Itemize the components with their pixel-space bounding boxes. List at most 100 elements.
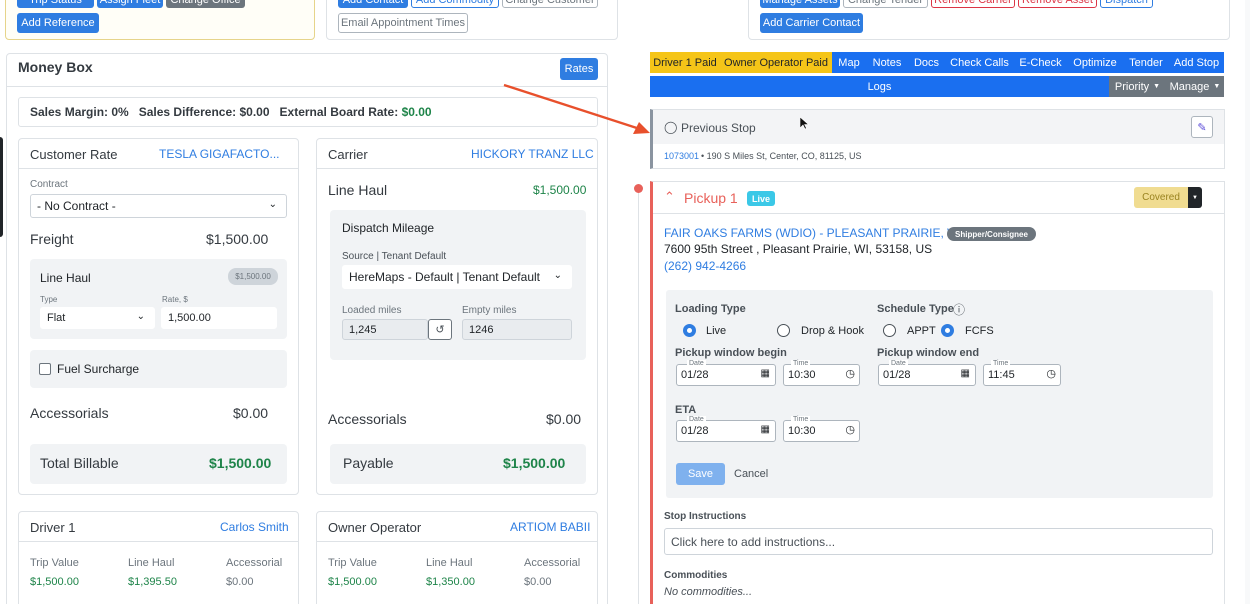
type-select[interactable]: Flat ⌄: [40, 307, 155, 329]
fuel-surcharge-label: Fuel Surcharge: [57, 362, 140, 376]
trip-status-button[interactable]: Trip Status: [17, 0, 94, 8]
customer-name-link[interactable]: TESLA GIGAFACTO...: [159, 147, 279, 161]
type-select-value: Flat: [47, 312, 66, 324]
tab-tender[interactable]: Tender: [1123, 52, 1169, 73]
scrollbar-track[interactable]: [1245, 0, 1250, 604]
type-label: Type: [40, 295, 58, 304]
dispatch-button[interactable]: Dispatch: [1100, 0, 1153, 8]
end-time-input[interactable]: 11:45 ◷: [983, 364, 1061, 386]
source-select-value: HereMaps - Default | Tenant Default: [349, 270, 540, 284]
stop-instructions-label: Stop Instructions: [664, 511, 747, 522]
driver-name-link[interactable]: Carlos Smith: [220, 520, 289, 534]
status-dropdown-button[interactable]: ▼: [1188, 187, 1202, 208]
previous-stop-id-link[interactable]: 1073001: [664, 151, 699, 161]
driver-accessorial-label: Accessorial: [226, 557, 283, 569]
tab-docs[interactable]: Docs: [908, 52, 945, 73]
end-date-label: Date: [889, 360, 908, 367]
loaded-miles-input[interactable]: 1,245: [342, 319, 428, 340]
eta-date-input[interactable]: 01/28 ▦: [676, 420, 776, 442]
mouse-cursor: [799, 116, 810, 133]
tab-map[interactable]: Map: [832, 52, 866, 73]
begin-date-input[interactable]: 01/28 ▦: [676, 364, 776, 386]
begin-date-label: Date: [687, 360, 706, 367]
add-commodity-button[interactable]: Add Commodity: [411, 0, 499, 8]
rate-input[interactable]: 1,500.00: [161, 307, 277, 329]
eta-date-value: 01/28: [681, 425, 709, 437]
clock-icon: ◷: [1046, 368, 1056, 380]
save-button[interactable]: Save: [676, 463, 725, 485]
remove-asset-button[interactable]: Remove Asset: [1018, 0, 1097, 8]
begin-time-label: Time: [791, 360, 811, 367]
manage-label: Manage: [1169, 80, 1210, 93]
source-select[interactable]: HereMaps - Default | Tenant Default ⌄: [342, 265, 572, 289]
line-haul-badge: $1,500.00: [228, 268, 278, 285]
carrier-line-haul-value: $1,500.00: [533, 183, 587, 197]
end-date-input[interactable]: 01/28 ▦: [878, 364, 976, 386]
priority-label: Priority: [1114, 80, 1150, 93]
company-name-link[interactable]: FAIR OAKS FARMS (WDIO) - PLEASANT PRAIRI…: [664, 226, 962, 240]
assign-fleet-button[interactable]: Assign Fleet: [97, 0, 163, 8]
manage-dropdown[interactable]: Manage ▼: [1166, 76, 1224, 97]
eta-time-input[interactable]: 10:30 ◷: [783, 420, 860, 442]
owner-line-haul-value: $1,350.00: [426, 576, 475, 588]
no-commodities-text: No commodities...: [664, 586, 753, 598]
tab-check-calls[interactable]: Check Calls: [945, 52, 1014, 73]
calendar-icon: ▦: [960, 368, 970, 379]
begin-time-input[interactable]: 10:30 ◷: [783, 364, 860, 386]
driver-accessorial-value: $0.00: [226, 576, 254, 588]
collapse-chevron-icon[interactable]: ⌃: [664, 189, 675, 205]
eta-time-label: Time: [791, 416, 811, 423]
fuel-surcharge-checkbox[interactable]: [39, 363, 51, 375]
undo-icon: ↺: [435, 324, 445, 336]
external-board-rate-label: External Board Rate:: [279, 105, 399, 119]
owner-line-haul-label: Line Haul: [426, 557, 473, 569]
change-office-button[interactable]: Change Office: [166, 0, 245, 8]
priority-dropdown[interactable]: Priority ▼: [1109, 76, 1166, 97]
rates-button[interactable]: Rates: [560, 58, 598, 80]
dispatch-mileage-title: Dispatch Mileage: [342, 221, 435, 235]
status-badge: Covered: [1134, 187, 1188, 208]
eta-date-label: Date: [687, 416, 706, 423]
carrier-name-link[interactable]: HICKORY TRANZ LLC: [471, 147, 594, 161]
add-reference-button[interactable]: Add Reference: [17, 13, 99, 33]
money-box-title: Money Box: [18, 59, 93, 75]
tab-optimize[interactable]: Optimize: [1067, 52, 1123, 73]
end-time-value: 11:45: [988, 369, 1015, 381]
cancel-button[interactable]: Cancel: [734, 468, 768, 480]
remove-carrier-button[interactable]: Remove Carrier: [931, 0, 1015, 8]
change-tender-button[interactable]: Change Tender: [843, 0, 928, 8]
manage-assets-button[interactable]: Manage Assets: [760, 0, 840, 8]
email-appointment-button[interactable]: Email Appointment Times: [338, 13, 468, 33]
add-contact-button[interactable]: Add Contact: [338, 0, 408, 8]
caret-down-icon: ▼: [1192, 194, 1198, 201]
tab-e-check[interactable]: E-Check: [1014, 52, 1067, 73]
live-radio[interactable]: [683, 324, 696, 337]
tab-driver-1-paid[interactable]: Driver 1 Paid: [650, 52, 720, 73]
stop-instructions-input[interactable]: Click here to add instructions...: [664, 528, 1213, 555]
owner-accessorial-label: Accessorial: [524, 557, 581, 569]
logs-button[interactable]: Logs: [650, 76, 1109, 97]
add-carrier-contact-button[interactable]: Add Carrier Contact: [760, 13, 863, 33]
carrier-accessorials-value: $0.00: [546, 411, 582, 427]
drop-hook-radio[interactable]: [777, 324, 790, 337]
chevron-down-icon: ⌄: [136, 311, 145, 322]
total-billable-label: Total Billable: [40, 455, 119, 471]
contract-select[interactable]: - No Contract - ⌄: [30, 194, 287, 218]
change-customer-button[interactable]: Change Customer: [502, 0, 598, 8]
pencil-icon: ✎: [1197, 121, 1207, 134]
edit-previous-stop-button[interactable]: ✎: [1191, 116, 1213, 138]
owner-operator-name-link[interactable]: ARTIOM BABII: [510, 520, 590, 534]
empty-miles-input[interactable]: 1246: [462, 319, 572, 340]
tab-notes[interactable]: Notes: [866, 52, 908, 73]
chevron-down-icon: ⌄: [268, 199, 277, 210]
schedule-type-label: Schedule Type: [877, 303, 954, 315]
tab-owner-operator-paid[interactable]: Owner Operator Paid: [720, 52, 832, 73]
reset-miles-button[interactable]: ↺: [428, 319, 452, 340]
owner-accessorial-value: $0.00: [524, 576, 552, 588]
appt-radio[interactable]: [883, 324, 896, 337]
tab-add-stop[interactable]: Add Stop: [1169, 52, 1224, 73]
info-icon[interactable]: ⓘ: [953, 301, 965, 318]
previous-stop-title: Previous Stop: [681, 121, 756, 135]
pickup-phone-link[interactable]: (262) 942-4266: [664, 259, 746, 273]
fcfs-radio[interactable]: [941, 324, 954, 337]
